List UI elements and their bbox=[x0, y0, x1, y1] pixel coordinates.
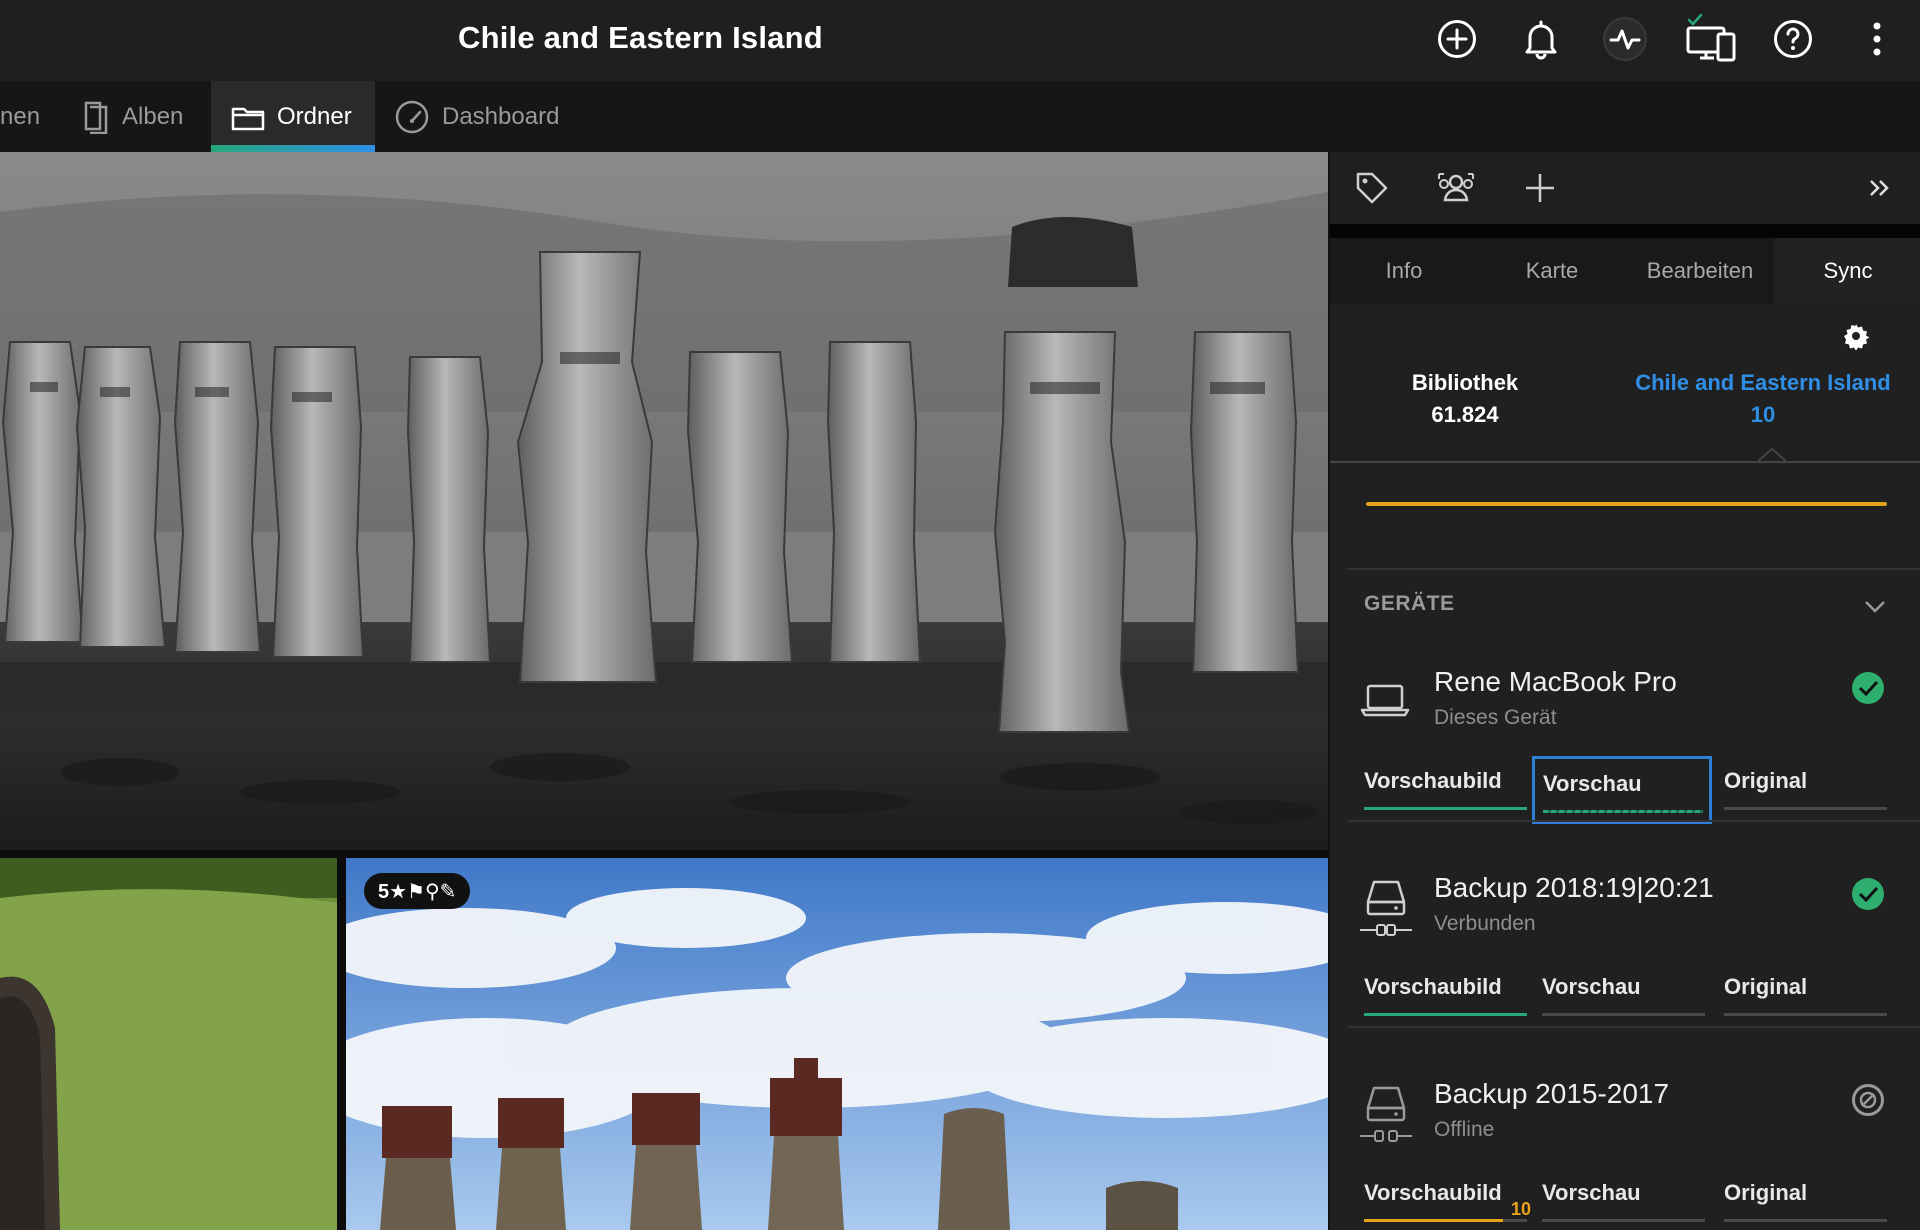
option-bar bbox=[1364, 1013, 1527, 1016]
pending-progress-fill bbox=[1364, 1219, 1503, 1222]
device-name: Backup 2018:19|20:21 bbox=[1434, 872, 1714, 903]
sync-progress-fill bbox=[1366, 502, 1887, 506]
stat-divider bbox=[1330, 461, 1920, 463]
tab-label: Alben bbox=[122, 102, 184, 130]
gear-icon[interactable] bbox=[1836, 316, 1876, 356]
photo-grass-moai[interactable] bbox=[0, 858, 337, 1230]
photo-grid bbox=[0, 152, 1328, 1230]
tab-label: Ordner bbox=[277, 102, 352, 130]
help-icon[interactable] bbox=[1770, 16, 1816, 62]
laptop-icon bbox=[1360, 672, 1412, 732]
more-vertical-icon[interactable] bbox=[1854, 16, 1900, 62]
option-thumbnail[interactable]: Vorschaubild 10 bbox=[1364, 1170, 1531, 1226]
add-circle-icon[interactable] bbox=[1434, 16, 1480, 62]
top-header: Chile and Eastern Island bbox=[0, 0, 1920, 81]
library-count: 61.824 bbox=[1431, 402, 1499, 427]
folder-stat[interactable]: Chile and Eastern Island 10 bbox=[1630, 370, 1896, 428]
disabled-circle-icon bbox=[1850, 1082, 1886, 1118]
expand-icon[interactable] bbox=[1858, 166, 1902, 210]
option-thumbnail[interactable]: Vorschaubild bbox=[1364, 758, 1527, 814]
tab-info[interactable]: Info bbox=[1330, 238, 1478, 304]
album-icon bbox=[82, 100, 110, 134]
option-label: Original bbox=[1724, 974, 1808, 999]
sync-progress-bar bbox=[1366, 502, 1887, 506]
panel-divider bbox=[1330, 224, 1920, 238]
device-divider bbox=[1348, 1026, 1920, 1028]
selection-notch-icon bbox=[1758, 448, 1786, 462]
side-panel: Info Karte Bearbeiten Sync Bibliothek 61… bbox=[1328, 152, 1920, 1230]
option-bar bbox=[1364, 807, 1527, 810]
option-bar bbox=[1542, 1219, 1705, 1222]
option-bar bbox=[1364, 1219, 1527, 1222]
option-label: Vorschau bbox=[1543, 771, 1642, 796]
photo-moai-bw[interactable] bbox=[0, 152, 1328, 850]
photo-moai-sky[interactable] bbox=[346, 858, 1328, 1230]
tab-sync[interactable]: Sync bbox=[1774, 238, 1920, 304]
photo-rating-badge: 5★⚑⚲✎ bbox=[364, 873, 471, 909]
device-backup-2015: Backup 2015-2017 Offline Vorschaubild 10 … bbox=[1330, 1072, 1920, 1230]
devices-heading: GERÄTE bbox=[1364, 592, 1455, 615]
option-label: Vorschau bbox=[1542, 974, 1641, 999]
option-bar bbox=[1724, 1013, 1887, 1016]
option-bar bbox=[1542, 1013, 1705, 1016]
option-label: Original bbox=[1724, 768, 1808, 793]
device-subtitle: Offline bbox=[1434, 1118, 1495, 1141]
people-icon[interactable] bbox=[1434, 166, 1478, 210]
drive-connected-icon bbox=[1360, 878, 1412, 938]
option-original[interactable]: Original bbox=[1724, 758, 1887, 814]
folder-icon bbox=[231, 103, 265, 131]
dashboard-icon bbox=[394, 99, 430, 135]
tab-label: nen bbox=[0, 102, 41, 130]
drive-offline-icon bbox=[1360, 1084, 1412, 1144]
panel-tabs: Info Karte Bearbeiten Sync bbox=[1330, 238, 1920, 304]
option-label: Vorschaubild bbox=[1364, 1180, 1502, 1205]
device-subtitle: Dieses Gerät bbox=[1434, 706, 1557, 729]
tab-label: Dashboard bbox=[442, 102, 560, 130]
option-preview[interactable]: Vorschau bbox=[1542, 964, 1705, 1020]
option-label: Vorschaubild bbox=[1364, 974, 1502, 999]
tab-partial[interactable]: nen bbox=[0, 81, 40, 152]
plus-icon[interactable] bbox=[1518, 166, 1562, 210]
check-circle-icon bbox=[1850, 876, 1886, 912]
tab-edit[interactable]: Bearbeiten bbox=[1626, 238, 1774, 304]
tab-albums[interactable]: Alben bbox=[82, 81, 183, 152]
library-label: Bibliothek bbox=[1411, 370, 1519, 395]
library-stat[interactable]: Bibliothek 61.824 bbox=[1380, 370, 1550, 428]
tab-dashboard[interactable]: Dashboard bbox=[394, 81, 559, 152]
option-label: Vorschaubild bbox=[1364, 768, 1502, 793]
nav-tabbar: nen Alben Ordner Dashboard bbox=[0, 81, 1920, 152]
option-bar bbox=[1724, 807, 1887, 810]
option-original[interactable]: Original bbox=[1724, 964, 1887, 1020]
folder-label: Chile and Eastern Island bbox=[1635, 370, 1891, 395]
folder-count: 10 bbox=[1750, 402, 1776, 427]
bell-icon[interactable] bbox=[1518, 16, 1564, 62]
option-bar bbox=[1543, 810, 1703, 813]
device-macbook: Rene MacBook Pro Dieses Gerät Vorschaubi… bbox=[1330, 660, 1920, 830]
devices-sync-icon[interactable] bbox=[1686, 14, 1738, 62]
device-subtitle: Verbunden bbox=[1434, 912, 1536, 935]
option-original[interactable]: Original bbox=[1724, 1170, 1887, 1226]
option-preview[interactable]: Vorschau bbox=[1532, 756, 1712, 824]
tab-folders[interactable]: Ordner bbox=[211, 81, 375, 152]
device-backup-2018: Backup 2018:19|20:21 Verbunden Vorschaub… bbox=[1330, 866, 1920, 1036]
panel-toolbar bbox=[1330, 152, 1920, 224]
check-circle-icon bbox=[1850, 670, 1886, 706]
tab-map[interactable]: Karte bbox=[1478, 238, 1626, 304]
option-preview[interactable]: Vorschau bbox=[1542, 1170, 1705, 1226]
pending-count: 10 bbox=[1510, 1199, 1531, 1219]
device-name: Rene MacBook Pro bbox=[1434, 666, 1677, 697]
option-bar bbox=[1724, 1219, 1887, 1222]
section-divider bbox=[1348, 568, 1920, 570]
option-label: Original bbox=[1724, 1180, 1808, 1205]
tag-icon[interactable] bbox=[1350, 166, 1394, 210]
option-label: Vorschau bbox=[1542, 1180, 1641, 1205]
device-name: Backup 2015-2017 bbox=[1434, 1078, 1670, 1109]
device-divider bbox=[1348, 820, 1920, 822]
page-title: Chile and Eastern Island bbox=[458, 20, 823, 55]
option-thumbnail[interactable]: Vorschaubild bbox=[1364, 964, 1527, 1020]
chevron-down-icon[interactable] bbox=[1860, 592, 1890, 622]
activity-icon[interactable] bbox=[1602, 16, 1648, 62]
